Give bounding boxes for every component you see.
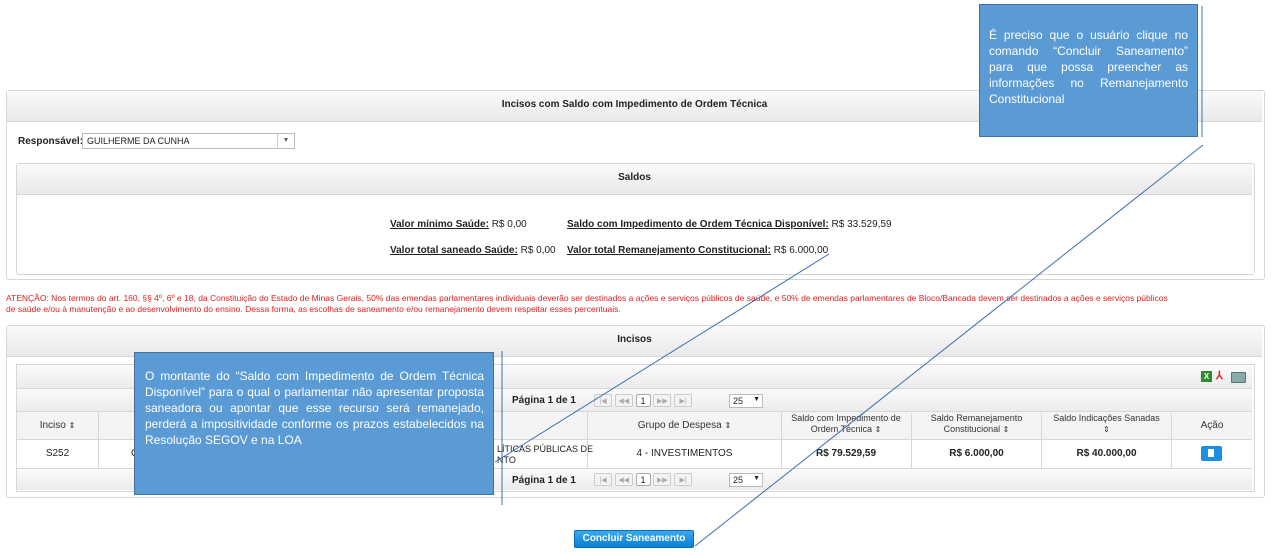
callout-top-right: É preciso que o usuário clique no comand…: [979, 4, 1198, 137]
callout-left: O montante do “Saldo com Impedimento de …: [134, 352, 494, 495]
callout-left-pointer-line: [494, 253, 830, 463]
callout-top-right-pointer-line: [694, 144, 1204, 547]
